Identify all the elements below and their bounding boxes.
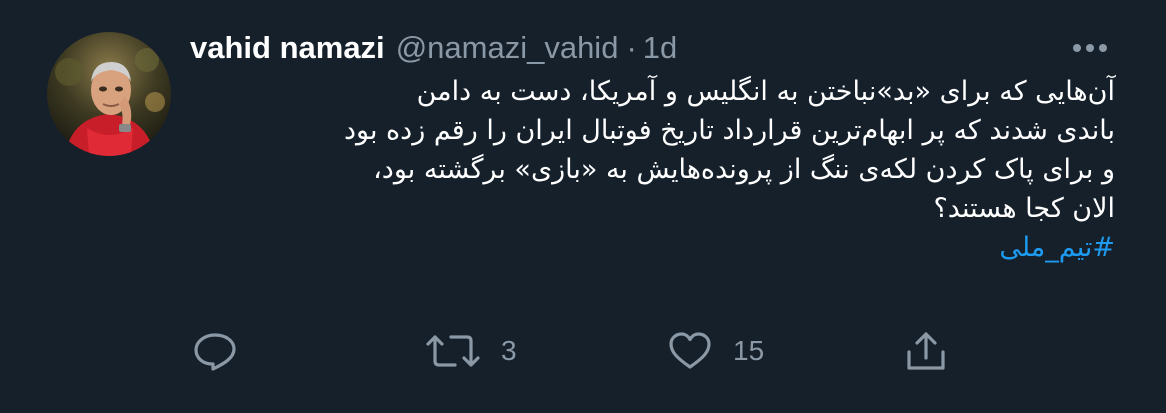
tweet-card[interactable]: vahid namazi @namazi_vahid · 1d آن‌هایی … [0,0,1166,413]
more-options-button[interactable] [1068,36,1112,60]
avatar-photo [47,32,171,156]
retweet-icon [425,331,481,371]
separator-dot: · [626,30,637,65]
tweet-text-line: آن‌هایی که برای «بد»نباختن به انگلیس و آ… [416,76,1115,107]
tweet-header: vahid namazi @namazi_vahid · 1d [190,26,677,70]
reply-button[interactable] [192,325,258,377]
tweet-text: آن‌هایی که برای «بد»نباختن به انگلیس و آ… [190,72,1115,267]
more-dots-icon [1073,44,1107,52]
like-button[interactable]: 15 [667,325,764,377]
share-button[interactable] [904,325,968,377]
reply-icon [192,331,238,371]
tweet-text-line: و برای پاک کردن لکه‌ی ننگ از پرونده‌هایش… [373,154,1115,185]
timestamp[interactable]: 1d [643,30,677,66]
heart-icon [667,331,713,371]
retweet-button[interactable]: 3 [425,325,517,377]
tweet-text-line: باندی شدند که پر ابهام‌ترین قرارداد تاری… [343,115,1115,146]
tweet-text-line: الان کجا هستند؟ [933,193,1115,224]
author-name[interactable]: vahid namazi [190,30,385,66]
tweet-actions: 3 15 [190,325,960,377]
like-count: 15 [733,335,765,366]
author-handle[interactable]: @namazi_vahid [396,30,619,66]
hashtag-link[interactable]: #تیم_ملی [999,228,1115,267]
retweet-count: 3 [501,335,517,366]
avatar[interactable] [47,32,171,156]
share-icon [904,330,948,372]
